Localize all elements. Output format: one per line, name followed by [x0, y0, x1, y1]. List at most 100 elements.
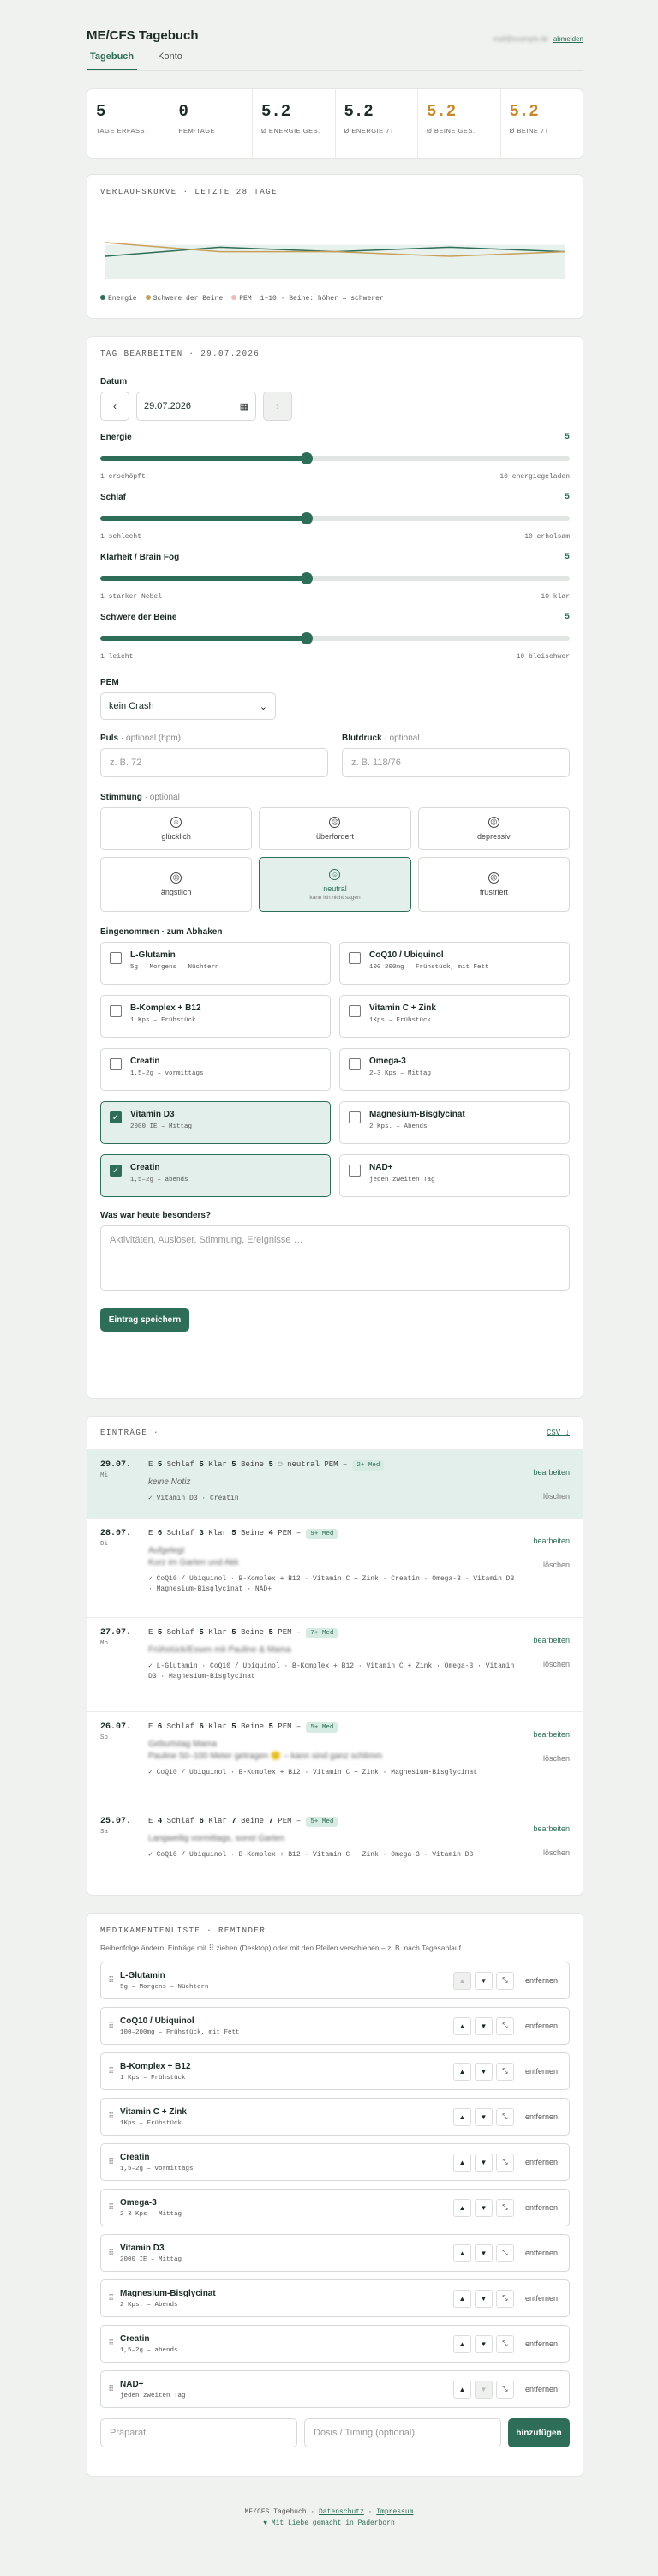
mood-option[interactable]: ☹ frustriert	[417, 857, 570, 912]
remove-med-button[interactable]: entfernen	[521, 2112, 562, 2121]
supplement-checkbox-item[interactable]: Vitamin C + Zink 1Kps – Frühstück	[339, 995, 570, 1038]
mood-option[interactable]: ☹ überfordert	[259, 807, 411, 850]
privacy-link[interactable]: Datenschutz	[319, 2508, 364, 2516]
checkbox[interactable]	[349, 1058, 361, 1070]
slider-track[interactable]	[100, 632, 570, 644]
move-up-button[interactable]: ▲	[453, 2380, 471, 2399]
checkbox[interactable]	[110, 1005, 122, 1017]
med-row[interactable]: ⠿ Creatin 1,5–2g – abends ▲ ▼ ⤡ entfernen	[100, 2325, 570, 2363]
drag-handle-icon[interactable]: ⠿	[108, 2112, 120, 2122]
med-row[interactable]: ⠿ L-Glutamin 5g – Morgens – Nüchtern ▲ ▼ ⤡ ent…	[100, 1962, 570, 1999]
move-down-button[interactable]: ▼	[475, 2244, 493, 2262]
move-down-button[interactable]: ▼	[475, 2380, 493, 2399]
supplement-checkbox-item[interactable]: Omega-3 2–3 Kps – Mittag	[339, 1048, 570, 1091]
med-row[interactable]: ⠿ Vitamin C + Zink 1Kps – Frühstück ▲ ▼ ⤡ entf…	[100, 2098, 570, 2136]
checkbox[interactable]	[349, 1165, 361, 1177]
expand-icon[interactable]: ⤡	[496, 2153, 514, 2172]
tab-tagebuch[interactable]: Tagebuch	[87, 50, 138, 70]
mood-option[interactable]: ☹ depressiv	[417, 807, 570, 850]
drag-handle-icon[interactable]: ⠿	[108, 2249, 120, 2258]
remove-med-button[interactable]: entfernen	[521, 2022, 562, 2030]
move-down-button[interactable]: ▼	[475, 2107, 493, 2126]
move-up-button[interactable]: ▲	[453, 2107, 471, 2126]
mood-option[interactable]: ☺ neutral kann ich nicht sagen	[259, 857, 411, 912]
supplement-checkbox-item[interactable]: ✓ Creatin 1,5–2g – abends	[100, 1154, 331, 1197]
move-down-button[interactable]: ▼	[475, 2198, 493, 2217]
edit-entry-link[interactable]: bearbeiten	[518, 1628, 570, 1652]
remove-med-button[interactable]: entfernen	[521, 2203, 562, 2212]
pem-select[interactable]: kein Crash ⌄	[100, 692, 276, 720]
add-med-name-input[interactable]: Präparat	[100, 2418, 297, 2447]
move-up-button[interactable]: ▲	[453, 2198, 471, 2217]
slider-handle[interactable]	[301, 632, 314, 644]
move-up-button[interactable]: ▲	[453, 2153, 471, 2172]
drag-handle-icon[interactable]: ⠿	[108, 2067, 120, 2076]
expand-icon[interactable]: ⤡	[496, 2289, 514, 2308]
move-up-button[interactable]: ▲	[453, 2334, 471, 2353]
supplement-checkbox-item[interactable]: ✓ Vitamin D3 2000 IE – Mittag	[100, 1101, 331, 1144]
prev-day-button[interactable]: ‹	[100, 392, 129, 421]
delete-entry-link[interactable]: löschen	[518, 1652, 570, 1676]
move-up-button[interactable]: ▲	[453, 2289, 471, 2308]
next-day-button[interactable]: ›	[263, 392, 292, 421]
add-med-button[interactable]: hinzufügen	[508, 2418, 570, 2447]
expand-icon[interactable]: ⤡	[496, 1971, 514, 1990]
expand-icon[interactable]: ⤡	[496, 2062, 514, 2081]
csv-export-link[interactable]: CSV ↓	[547, 1429, 570, 1437]
move-down-button[interactable]: ▼	[475, 2016, 493, 2035]
delete-entry-link[interactable]: löschen	[518, 1553, 570, 1577]
slider-track[interactable]	[100, 512, 570, 524]
supplement-checkbox-item[interactable]: B-Komplex + B12 1 Kps – Frühstück	[100, 995, 331, 1038]
drag-handle-icon[interactable]: ⠿	[108, 2022, 120, 2031]
med-row[interactable]: ⠿ NAD+ jeden zweiten Tag ▲ ▼ ⤡ entfernen	[100, 2370, 570, 2408]
expand-icon[interactable]: ⤡	[496, 2107, 514, 2126]
slider-handle[interactable]	[301, 572, 314, 584]
delete-entry-link[interactable]: löschen	[518, 1841, 570, 1865]
drag-handle-icon[interactable]: ⠿	[108, 2158, 120, 2167]
med-row[interactable]: ⠿ Magnesium-Bisglycinat 2 Kps. – Abends ▲ ▼ ⤡…	[100, 2279, 570, 2317]
supplement-checkbox-item[interactable]: CoQ10 / Ubiquinol 100–200mg – Frühstück, …	[339, 942, 570, 985]
checkbox[interactable]	[110, 1058, 122, 1070]
imprint-link[interactable]: Impressum	[376, 2508, 413, 2516]
move-down-button[interactable]: ▼	[475, 2153, 493, 2172]
move-down-button[interactable]: ▼	[475, 2062, 493, 2081]
save-entry-button[interactable]: Eintrag speichern	[100, 1308, 189, 1332]
checkbox[interactable]: ✓	[110, 1165, 122, 1177]
med-row[interactable]: ⠿ CoQ10 / Ubiquinol 100–200mg – Frühstück,…	[100, 2007, 570, 2045]
med-row[interactable]: ⠿ Omega-3 2–3 Kps – Mittag ▲ ▼ ⤡ entfernen	[100, 2189, 570, 2226]
remove-med-button[interactable]: entfernen	[521, 2294, 562, 2303]
slider-track[interactable]	[100, 572, 570, 584]
remove-med-button[interactable]: entfernen	[521, 2249, 562, 2257]
expand-icon[interactable]: ⤡	[496, 2198, 514, 2217]
move-up-button[interactable]: ▲	[453, 2016, 471, 2035]
slider-handle[interactable]	[301, 512, 314, 524]
edit-entry-link[interactable]: bearbeiten	[518, 1817, 570, 1841]
edit-entry-link[interactable]: bearbeiten	[518, 1529, 570, 1553]
move-up-button[interactable]: ▲	[453, 2062, 471, 2081]
mood-option[interactable]: ☺ glücklich	[100, 807, 253, 850]
checkbox[interactable]	[349, 952, 361, 964]
logout-link[interactable]: abmelden	[553, 35, 583, 43]
checkbox[interactable]	[349, 1005, 361, 1017]
expand-icon[interactable]: ⤡	[496, 2334, 514, 2353]
supplement-checkbox-item[interactable]: L-Glutamin 5g – Morgens – Nüchtern	[100, 942, 331, 985]
supplement-checkbox-item[interactable]: Creatin 1,5–2g – vormittags	[100, 1048, 331, 1091]
special-textarea[interactable]: Aktivitäten, Auslöser, Stimmung, Ereigni…	[100, 1225, 570, 1291]
move-down-button[interactable]: ▼	[475, 2334, 493, 2353]
delete-entry-link[interactable]: löschen	[518, 1484, 570, 1508]
checkbox[interactable]	[110, 952, 122, 964]
remove-med-button[interactable]: entfernen	[521, 2385, 562, 2393]
slider-handle[interactable]	[301, 452, 314, 464]
remove-med-button[interactable]: entfernen	[521, 1976, 562, 1985]
remove-med-button[interactable]: entfernen	[521, 2067, 562, 2076]
drag-handle-icon[interactable]: ⠿	[108, 2294, 120, 2303]
drag-handle-icon[interactable]: ⠿	[108, 2339, 120, 2349]
delete-entry-link[interactable]: löschen	[518, 1746, 570, 1770]
edit-entry-link[interactable]: bearbeiten	[518, 1460, 570, 1484]
supplement-checkbox-item[interactable]: NAD+ jeden zweiten Tag	[339, 1154, 570, 1197]
add-med-dose-input[interactable]: Dosis / Timing (optional)	[304, 2418, 501, 2447]
med-row[interactable]: ⠿ Creatin 1,5–2g – vormittags ▲ ▼ ⤡ entfernen	[100, 2143, 570, 2181]
expand-icon[interactable]: ⤡	[496, 2016, 514, 2035]
supplement-checkbox-item[interactable]: Magnesium-Bisglycinat 2 Kps. – Abends	[339, 1101, 570, 1144]
move-down-button[interactable]: ▼	[475, 2289, 493, 2308]
